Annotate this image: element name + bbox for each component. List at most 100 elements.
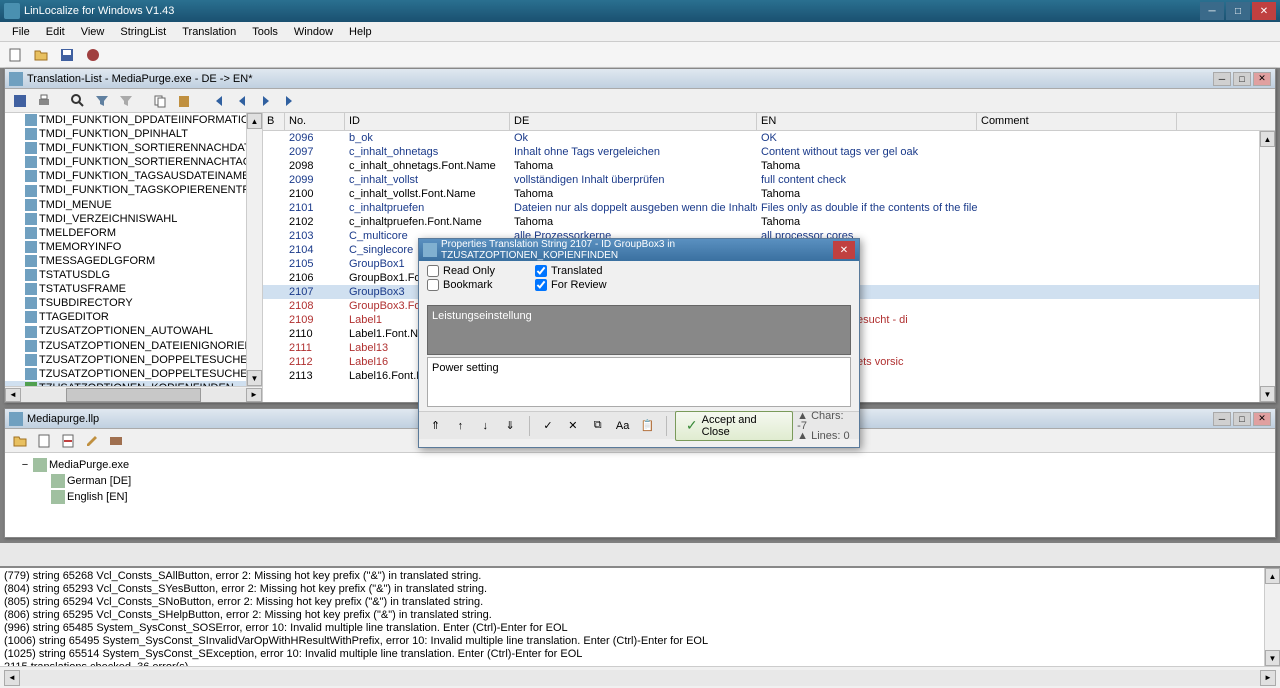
table-row[interactable]: 2101c_inhaltpruefenDateien nur als doppe… bbox=[263, 201, 1275, 215]
for-review-checkbox[interactable]: For Review bbox=[535, 279, 607, 291]
find-button[interactable] bbox=[67, 90, 89, 112]
menu-file[interactable]: File bbox=[4, 24, 38, 40]
proj-edit-button[interactable] bbox=[81, 430, 103, 452]
project-tree-item[interactable]: −MediaPurge.exe bbox=[9, 457, 1271, 473]
tree-hscroll[interactable]: ◄ ► bbox=[5, 386, 262, 402]
next-button[interactable] bbox=[255, 90, 277, 112]
menu-stringlist[interactable]: StringList bbox=[112, 24, 174, 40]
project-tree-item[interactable]: English [EN] bbox=[9, 489, 1271, 505]
grid-vscroll[interactable]: ▲ ▼ bbox=[1259, 131, 1275, 402]
grid-scroll-up-button[interactable]: ▲ bbox=[1260, 131, 1275, 147]
paste-button[interactable] bbox=[173, 90, 195, 112]
tree-item[interactable]: TMDI_MENUE bbox=[5, 198, 262, 212]
table-row[interactable]: 2100c_inhalt_vollst.Font.NameTahomaTahom… bbox=[263, 187, 1275, 201]
maximize-button[interactable]: □ bbox=[1226, 2, 1250, 20]
tree-item[interactable]: TMDI_FUNKTION_DPDATEIINFORMATIONEN bbox=[5, 113, 262, 127]
project-tree-item[interactable]: German [DE] bbox=[9, 473, 1271, 489]
check-button[interactable] bbox=[82, 44, 104, 66]
mdi-minimize-button[interactable]: ─ bbox=[1213, 72, 1231, 86]
proj-build-button[interactable] bbox=[105, 430, 127, 452]
case-button[interactable]: Aa bbox=[612, 415, 633, 437]
clipboard-button[interactable]: 📋 bbox=[637, 415, 658, 437]
tree-item[interactable]: TSTATUSFRAME bbox=[5, 282, 262, 296]
menu-view[interactable]: View bbox=[73, 24, 113, 40]
close-button[interactable]: ✕ bbox=[1252, 2, 1276, 20]
project-tree[interactable]: −MediaPurge.exeGerman [DE]English [EN] bbox=[5, 453, 1275, 537]
apply-button[interactable]: ✓ bbox=[538, 415, 559, 437]
tree-item[interactable]: TMDI_FUNKTION_SORTIERENNACHTAGS bbox=[5, 155, 262, 169]
save-list-button[interactable] bbox=[9, 90, 31, 112]
col-comment[interactable]: Comment bbox=[977, 113, 1177, 130]
scroll-up-button[interactable]: ▲ bbox=[247, 113, 262, 129]
minimize-button[interactable]: ─ bbox=[1200, 2, 1224, 20]
log-scroll-down-button[interactable]: ▼ bbox=[1265, 650, 1280, 666]
proj-remove-button[interactable] bbox=[57, 430, 79, 452]
tree-item[interactable]: TSUBDIRECTORY bbox=[5, 296, 262, 310]
last-button[interactable] bbox=[279, 90, 301, 112]
col-en[interactable]: EN bbox=[757, 113, 977, 130]
print-button[interactable] bbox=[33, 90, 55, 112]
expand-icon[interactable]: − bbox=[19, 459, 31, 471]
filter-clear-button[interactable] bbox=[115, 90, 137, 112]
nav-prev-button[interactable]: ↑ bbox=[450, 415, 471, 437]
bottom-hscroll[interactable]: ◄ ► bbox=[4, 670, 1276, 686]
tree-item[interactable]: TSTATUSDLG bbox=[5, 268, 262, 282]
tree-item[interactable]: TTAGEDITOR bbox=[5, 310, 262, 324]
menu-window[interactable]: Window bbox=[286, 24, 341, 40]
accept-and-close-button[interactable]: ✓ Accept and Close bbox=[675, 411, 793, 441]
copy-button[interactable] bbox=[149, 90, 171, 112]
tree-item[interactable]: TMDI_FUNKTION_TAGSAUSDATEINAMEN bbox=[5, 169, 262, 183]
proj-maximize-button[interactable]: □ bbox=[1233, 412, 1251, 426]
grid-scroll-down-button[interactable]: ▼ bbox=[1260, 386, 1275, 402]
nav-last-button[interactable]: ⇓ bbox=[500, 415, 521, 437]
revert-button[interactable]: ✕ bbox=[562, 415, 583, 437]
scroll-left-button[interactable]: ◄ bbox=[5, 388, 21, 402]
col-id[interactable]: ID bbox=[345, 113, 510, 130]
mdi-close-button[interactable]: ✕ bbox=[1253, 72, 1271, 86]
link-button[interactable]: ⧉ bbox=[587, 415, 608, 437]
table-row[interactable]: 2102c_inhaltpruefen.Font.NameTahomaTahom… bbox=[263, 215, 1275, 229]
first-button[interactable] bbox=[207, 90, 229, 112]
menu-tools[interactable]: Tools bbox=[244, 24, 286, 40]
tree-item[interactable]: TMELDEFORM bbox=[5, 226, 262, 240]
bottom-scroll-right-button[interactable]: ► bbox=[1260, 670, 1276, 686]
tree-item[interactable]: TZUSATZOPTIONEN_DOPPELTESUCHENAEHNLIC bbox=[5, 353, 262, 367]
tree-item[interactable]: TZUSATZOPTIONEN_DATEIENIGNORIEREN bbox=[5, 339, 262, 353]
table-row[interactable]: 2097c_inhalt_ohnetagsInhalt ohne Tags ve… bbox=[263, 145, 1275, 159]
bottom-scroll-left-button[interactable]: ◄ bbox=[4, 670, 20, 686]
menu-translation[interactable]: Translation bbox=[174, 24, 244, 40]
col-de[interactable]: DE bbox=[510, 113, 757, 130]
proj-open-button[interactable] bbox=[9, 430, 31, 452]
tree-item[interactable]: TMDI_VERZEICHNISWAHL bbox=[5, 212, 262, 226]
proj-minimize-button[interactable]: ─ bbox=[1213, 412, 1231, 426]
translated-checkbox[interactable]: Translated bbox=[535, 265, 607, 277]
menu-help[interactable]: Help bbox=[341, 24, 380, 40]
tree-vscroll[interactable]: ▲ ▼ bbox=[246, 113, 262, 386]
dialog-close-button[interactable]: ✕ bbox=[833, 241, 855, 259]
open-button[interactable] bbox=[30, 44, 52, 66]
mdi-maximize-button[interactable]: □ bbox=[1233, 72, 1251, 86]
nav-next-button[interactable]: ↓ bbox=[475, 415, 496, 437]
tree-item[interactable]: TZUSATZOPTIONEN_AUTOWAHL bbox=[5, 324, 262, 338]
scroll-right-button[interactable]: ► bbox=[246, 388, 262, 402]
save-button[interactable] bbox=[56, 44, 78, 66]
tree-item[interactable]: TMDI_FUNKTION_SORTIERENNACHDATEINAMEN bbox=[5, 141, 262, 155]
new-button[interactable] bbox=[4, 44, 26, 66]
table-row[interactable]: 2098c_inhalt_ohnetags.Font.NameTahomaTah… bbox=[263, 159, 1275, 173]
log-vscroll[interactable]: ▲ ▼ bbox=[1264, 568, 1280, 666]
col-no[interactable]: No. bbox=[285, 113, 345, 130]
menu-edit[interactable]: Edit bbox=[38, 24, 73, 40]
log-panel[interactable]: (779) string 65268 Vcl_Consts_SAllButton… bbox=[0, 566, 1280, 666]
table-row[interactable]: 2099c_inhalt_vollstvollständigen Inhalt … bbox=[263, 173, 1275, 187]
proj-add-button[interactable] bbox=[33, 430, 55, 452]
col-bookmark[interactable]: B bbox=[263, 113, 285, 130]
filter-button[interactable] bbox=[91, 90, 113, 112]
tree-item[interactable]: TMEMORYINFO bbox=[5, 240, 262, 254]
log-scroll-up-button[interactable]: ▲ bbox=[1265, 568, 1280, 584]
tree-item[interactable]: TMESSAGEDLGFORM bbox=[5, 254, 262, 268]
proj-close-button[interactable]: ✕ bbox=[1253, 412, 1271, 426]
target-text-input[interactable]: Power setting bbox=[427, 357, 851, 407]
tree-item[interactable]: TMDI_FUNKTION_TAGSKOPIERENENTFERNEN bbox=[5, 183, 262, 197]
read-only-checkbox[interactable]: Read Only bbox=[427, 265, 495, 277]
tree-item[interactable]: TZUSATZOPTIONEN_DOPPELTESUCHENAFP bbox=[5, 367, 262, 381]
